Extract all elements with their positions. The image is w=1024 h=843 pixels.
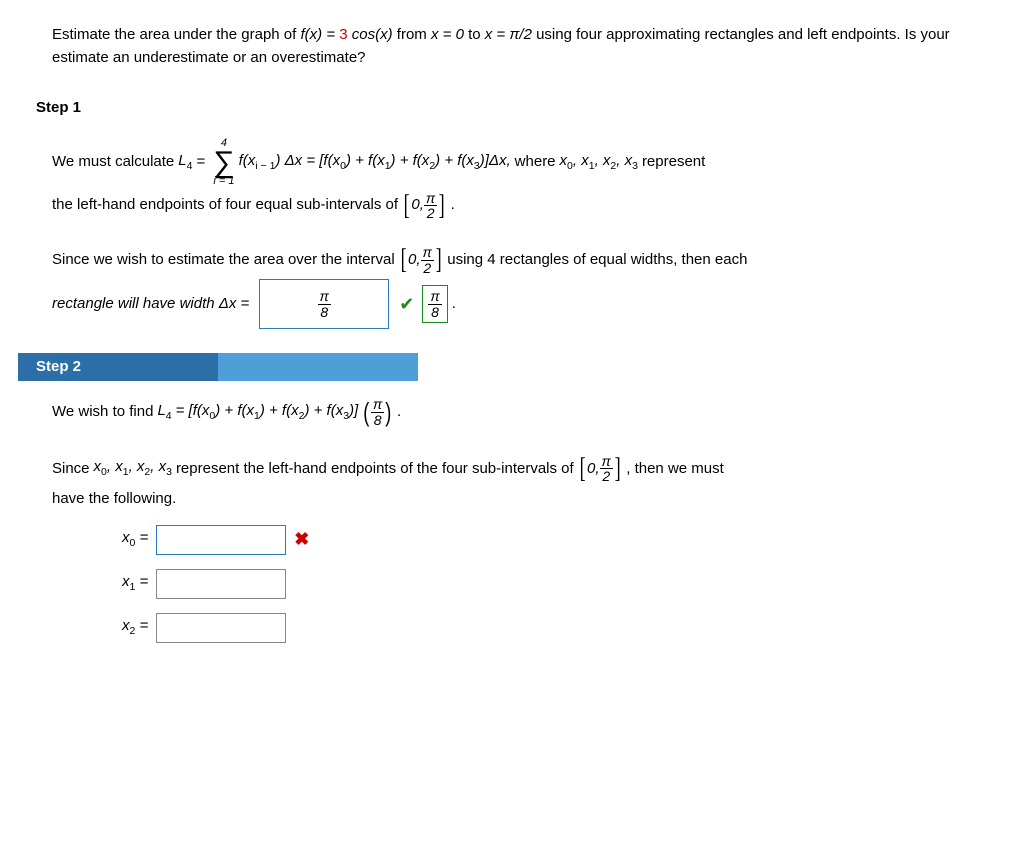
step2-label: Step 2	[18, 353, 218, 381]
s1-rep: represent	[642, 151, 705, 174]
pi-over-8-paren: ( π8 )	[362, 397, 393, 427]
s2-period1: .	[397, 401, 401, 424]
sigma-icon: 4 ∑ i = 1	[213, 138, 234, 187]
s1-rectline: rectangle will have width Δx =	[52, 293, 249, 316]
cross-icon: ✖	[294, 526, 309, 553]
x1-row: x1 =	[122, 569, 1002, 599]
q-pre: Estimate the area under the graph of	[52, 26, 301, 43]
s1-period2: .	[452, 293, 456, 316]
step1-body: We must calculate L4 = 4 ∑ i = 1 f(xi − …	[52, 138, 1002, 330]
s1-eq: =	[196, 151, 205, 174]
s2-then: , then we must	[626, 458, 724, 481]
s1-period1: .	[451, 194, 455, 217]
s1-L4: L4	[178, 150, 192, 175]
s1-xlist: x0, x1, x2, x3	[560, 150, 638, 175]
step2-body: We wish to find L4 = [f(x0) + f(x1) + f(…	[52, 397, 1002, 642]
interval-0-pi2-b: [ 0, π2 ]	[399, 245, 444, 275]
q-x0: x = 0	[431, 26, 464, 43]
q-cos: cos(x)	[352, 26, 393, 43]
q-coef: 3	[339, 26, 347, 43]
s2-xlist: x0, x1, x2, x3	[94, 456, 172, 481]
delta-x-answer-box[interactable]: π8	[259, 279, 389, 329]
s1-t1: We must calculate	[52, 151, 174, 174]
s2-have: have the following.	[52, 488, 176, 511]
interval-0-pi2: [ 0, π2 ]	[402, 191, 447, 221]
step2-header-bar: Step 2	[18, 353, 1006, 381]
x0-row: x0 = ✖	[122, 525, 1002, 555]
q-fx: f(x) =	[301, 26, 340, 43]
check-icon: ✔	[399, 291, 414, 318]
q-to: to	[468, 26, 485, 43]
x1-input[interactable]	[156, 569, 286, 599]
s2-expr: = [f(x0) + f(x1) + f(x2) + f(x3)]	[176, 400, 359, 425]
s2-t1: We wish to find	[52, 401, 153, 424]
s2-rep: represent the left-hand endpoints of the…	[176, 458, 574, 481]
q-from: from	[397, 26, 431, 43]
x2-label: x2 =	[122, 615, 148, 640]
s1-line2: the left-hand endpoints of four equal su…	[52, 194, 398, 217]
s2-sincea: Since	[52, 458, 90, 481]
x1-label: x1 =	[122, 571, 148, 596]
s1-where: where	[515, 151, 556, 174]
x2-input[interactable]	[156, 613, 286, 643]
confirmed-answer: π8	[422, 285, 447, 323]
step1-label: Step 1	[36, 97, 1006, 120]
s1-sinceb: using 4 rectangles of equal widths, then…	[447, 249, 747, 272]
x0-input[interactable]	[156, 525, 286, 555]
s1-sumexpr: f(xi − 1) Δx = [f(x0) + f(x1) + f(x2) + …	[239, 150, 511, 175]
x0-label: x0 =	[122, 527, 148, 552]
interval-0-pi2-c: [ 0, π2 ]	[578, 454, 623, 484]
s1-sincea: Since we wish to estimate the area over …	[52, 249, 395, 272]
s2-L4: L4	[157, 400, 171, 425]
q-x1: x = π/2	[485, 26, 532, 43]
x2-row: x2 =	[122, 613, 1002, 643]
question-text: Estimate the area under the graph of f(x…	[52, 24, 952, 69]
